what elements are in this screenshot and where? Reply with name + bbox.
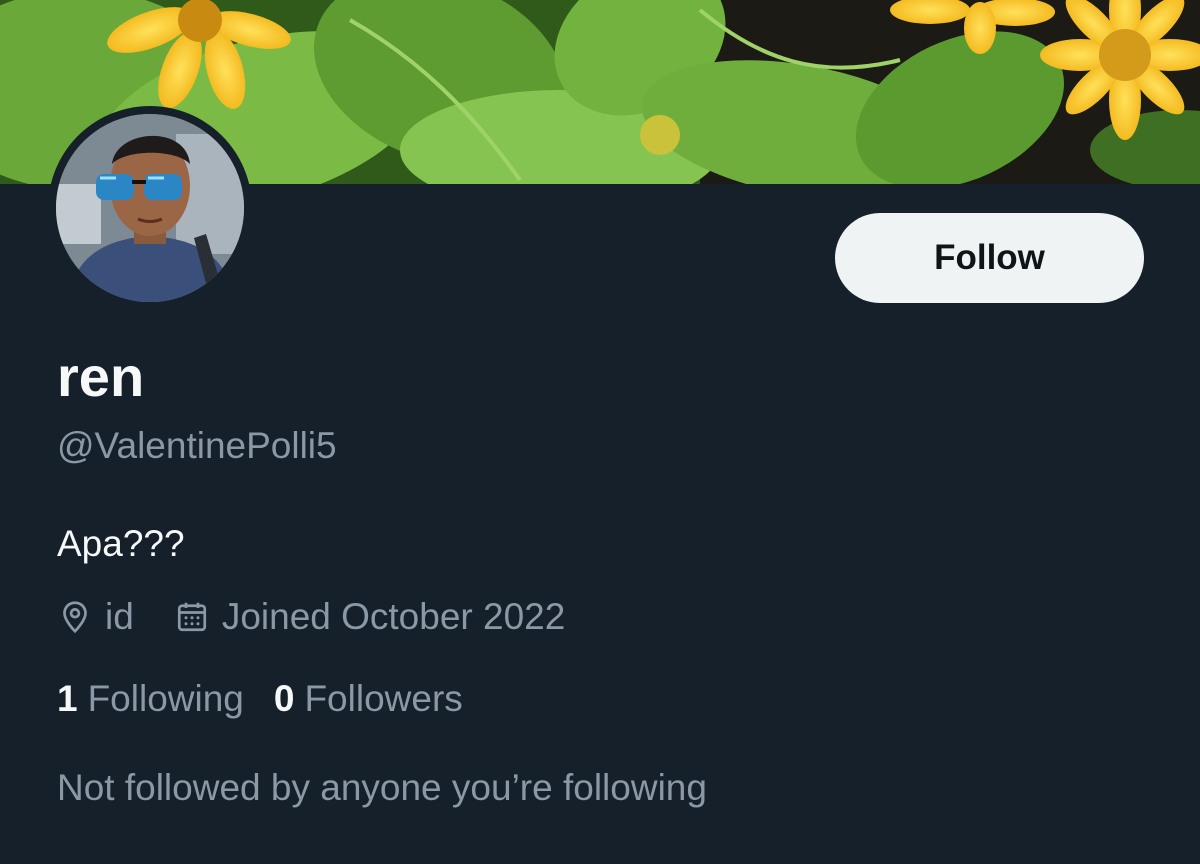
followers-link[interactable]: 0 Followers [274, 678, 463, 720]
followed-by-note: Not followed by anyone you’re following [57, 767, 707, 808]
calendar-icon [174, 599, 210, 635]
location-text[interactable]: id [105, 596, 134, 638]
avatar[interactable] [48, 106, 252, 310]
joined-item: Joined October 2022 [174, 596, 566, 638]
followers-count: 0 [273, 678, 295, 719]
bio-text: Apa??? [57, 523, 185, 564]
avatar-image [56, 114, 244, 302]
user-handle: @ValentinePolli5 [57, 425, 337, 466]
location-item: id [57, 596, 134, 638]
profile-page: Follow ren @ValentinePolli5 Apa??? id Jo… [0, 0, 1200, 864]
follow-stats: 1 Following 0 Followers [57, 676, 463, 722]
display-name: ren [57, 345, 145, 408]
following-label: Following [87, 678, 244, 719]
location-pin-icon [57, 599, 93, 635]
following-link[interactable]: 1 Following [57, 678, 244, 720]
profile-meta: id Joined October 2022 [57, 594, 565, 640]
followers-label: Followers [304, 678, 463, 719]
following-count: 1 [57, 678, 78, 719]
follow-button[interactable]: Follow [835, 213, 1144, 303]
joined-date: Joined October 2022 [221, 596, 566, 637]
